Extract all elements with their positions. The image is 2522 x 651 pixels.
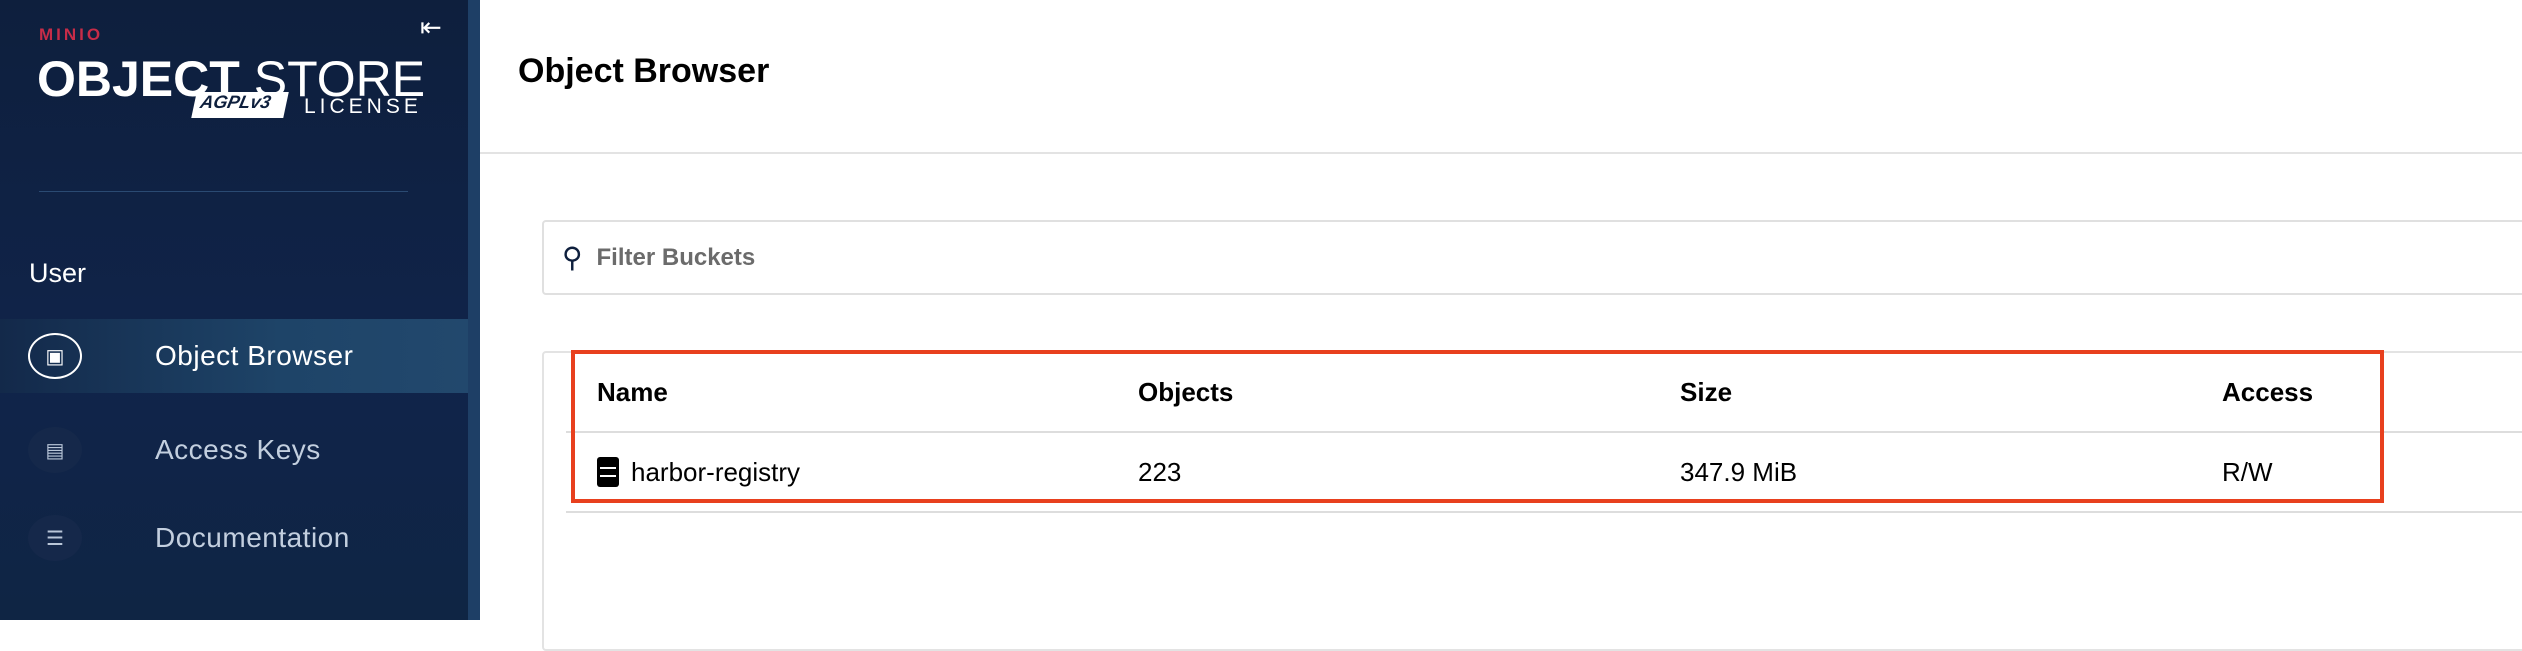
highlight-box — [571, 350, 2384, 503]
license-label: LICENSE — [304, 95, 422, 118]
section-label-user: User — [29, 258, 87, 288]
sidebar-item-label: Documentation — [155, 522, 350, 553]
page-header: Object Browser — [480, 0, 2522, 154]
agpl-badge: AGPLv3 — [191, 92, 289, 118]
divider — [39, 191, 408, 192]
sidebar-item-documentation[interactable]: ☰ Documentation — [0, 501, 468, 575]
collapse-sidebar-icon[interactable]: ⇤ — [420, 12, 442, 43]
page-title: Object Browser — [518, 52, 770, 90]
sidebar-edge — [468, 0, 480, 620]
minio-logo: MINIO — [39, 25, 104, 44]
search-icon: ⚲ — [562, 242, 583, 273]
sidebar-item-label: Object Browser — [155, 340, 354, 371]
access-keys-icon: ▤ — [28, 427, 82, 473]
sidebar-item-object-browser[interactable]: ▣ Object Browser — [0, 319, 468, 393]
sidebar-item-access-keys[interactable]: ▤ Access Keys — [0, 413, 468, 487]
object-browser-icon: ▣ — [28, 333, 82, 379]
filter-buckets-search[interactable]: ⚲ — [542, 220, 2522, 295]
filter-buckets-input[interactable] — [596, 243, 2097, 272]
sidebar-item-label: Access Keys — [155, 434, 321, 465]
documentation-icon: ☰ — [28, 515, 82, 561]
sidebar: MINIO OBJECT STORE AGPLv3 LICENSE ⇤ User… — [0, 0, 468, 620]
